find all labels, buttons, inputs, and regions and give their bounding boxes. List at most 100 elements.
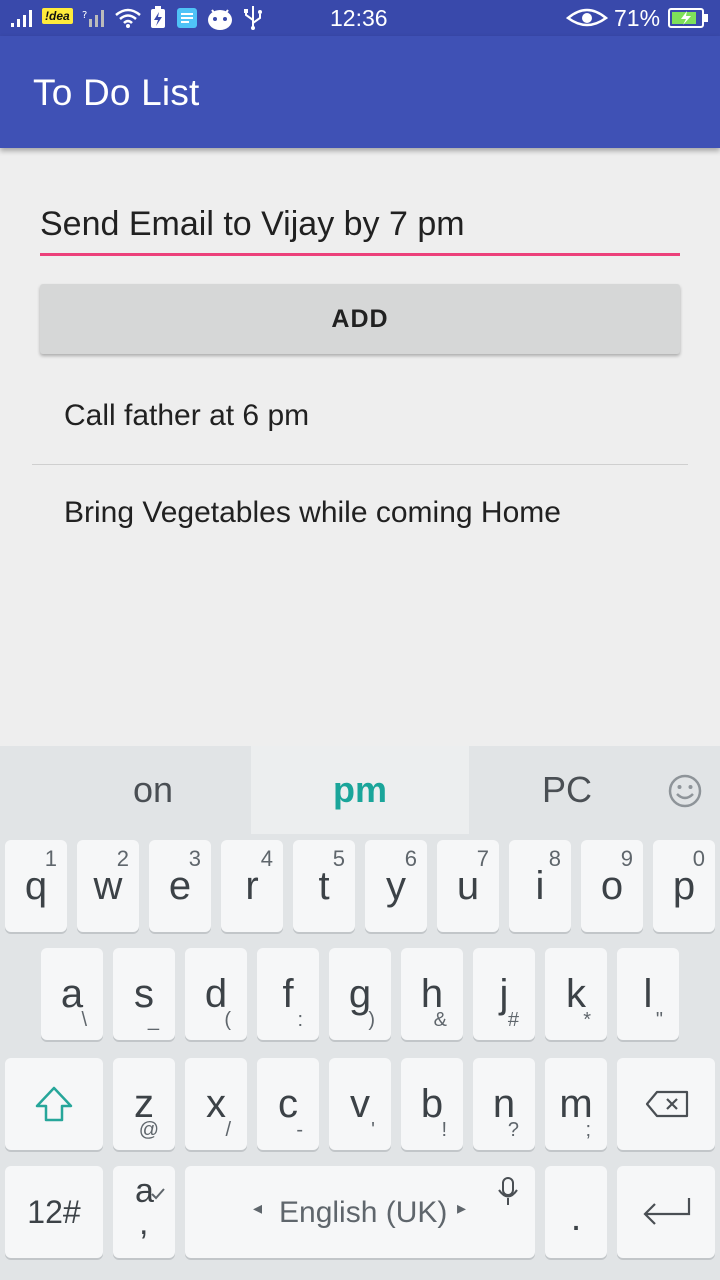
svg-text:?: ? <box>82 10 87 21</box>
language-key[interactable]: a , <box>113 1166 175 1258</box>
key-g[interactable]: g) <box>329 948 391 1040</box>
key-letter: n <box>492 1082 516 1126</box>
key-alt-char: 3 <box>188 846 201 871</box>
key-letter: q <box>24 864 48 908</box>
backspace-key[interactable] <box>617 1058 715 1150</box>
todo-item[interactable]: Bring Vegetables while coming Home <box>32 464 688 560</box>
add-button[interactable]: ADD <box>40 284 680 354</box>
key-alt-char: 7 <box>476 846 489 871</box>
key-alt-char: 2 <box>116 846 129 871</box>
key-w[interactable]: w2 <box>77 840 139 932</box>
key-e[interactable]: e3 <box>149 840 211 932</box>
key-v[interactable]: v ' <box>329 1058 391 1150</box>
suggestion-pm[interactable]: pm <box>251 746 469 834</box>
key-letter: y <box>386 864 406 908</box>
emoji-icon[interactable] <box>668 774 702 808</box>
key-alt-char: / <box>225 1119 231 1141</box>
key-l[interactable]: l " <box>617 948 679 1040</box>
key-c[interactable]: c- <box>257 1058 319 1150</box>
key-s[interactable]: s _ <box>113 948 175 1040</box>
key-t[interactable]: t5 <box>293 840 355 932</box>
key-alt-char: 6 <box>404 846 417 871</box>
period-key[interactable]: . <box>545 1166 607 1258</box>
key-r[interactable]: r4 <box>221 840 283 932</box>
key-o[interactable]: o9 <box>581 840 643 932</box>
soft-keyboard: on pm PC q1w2e3r4t5y6u7i8o9p0 a \ s _ d(f: g)… <box>0 746 720 1280</box>
key-alt-char: ' <box>371 1119 375 1141</box>
space-key-label: English (UK) <box>279 1196 448 1229</box>
key-letter: u <box>456 864 480 908</box>
key-alt-char: : <box>297 1009 303 1031</box>
battery-charging-icon <box>668 8 708 28</box>
key-a[interactable]: a \ <box>41 948 103 1040</box>
suggestion-on[interactable]: on <box>44 746 262 834</box>
period-key-label: . <box>570 1196 582 1239</box>
shift-key[interactable] <box>5 1058 103 1150</box>
key-u[interactable]: u7 <box>437 840 499 932</box>
key-letter: r <box>245 864 259 908</box>
key-alt-char: ; <box>585 1119 591 1141</box>
chevron-right-icon: ▸ <box>457 1198 467 1218</box>
key-letter: p <box>672 864 696 908</box>
key-y[interactable]: y6 <box>365 840 427 932</box>
key-p[interactable]: p0 <box>653 840 715 932</box>
key-b[interactable]: b! <box>401 1058 463 1150</box>
key-alt-char: 9 <box>620 846 633 871</box>
key-letter: c <box>278 1082 298 1126</box>
key-letter: w <box>93 864 123 908</box>
message-icon <box>177 8 197 28</box>
suggestion-pc[interactable]: PC <box>458 746 676 834</box>
key-alt-char: 0 <box>692 846 705 871</box>
enter-icon <box>643 1198 691 1225</box>
key-f[interactable]: f: <box>257 948 319 1040</box>
shift-icon <box>35 1086 73 1122</box>
key-k[interactable]: k * <box>545 948 607 1040</box>
wifi-icon <box>115 8 141 28</box>
key-letter: h <box>420 972 444 1016</box>
key-h[interactable]: h & <box>401 948 463 1040</box>
carrier-badge: !dea <box>42 8 73 24</box>
key-alt-char: 1 <box>44 846 57 871</box>
app-title: To Do List <box>33 72 200 113</box>
key-m[interactable]: m; <box>545 1058 607 1150</box>
todo-list: Call father at 6 pm Bring Vegetables whi… <box>32 368 688 560</box>
eye-icon <box>566 8 608 27</box>
key-letter: f <box>282 972 294 1016</box>
todo-item[interactable]: Call father at 6 pm <box>32 368 688 464</box>
key-q[interactable]: q1 <box>5 840 67 932</box>
key-letter: b <box>420 1082 444 1126</box>
symbols-key[interactable]: 12# <box>5 1166 103 1258</box>
key-letter: g <box>348 972 372 1016</box>
task-input[interactable] <box>40 196 680 256</box>
key-alt-char: ? <box>507 1119 519 1141</box>
key-letter: i <box>535 864 545 908</box>
key-z[interactable]: z @ <box>113 1058 175 1150</box>
key-alt-char: * <box>583 1009 591 1031</box>
key-letter: k <box>566 972 586 1016</box>
status-bar: !dea ? 12:36 71% <box>0 0 720 36</box>
microphone-icon[interactable] <box>497 1176 519 1208</box>
android-icon <box>208 9 232 30</box>
key-alt-char: ( <box>224 1009 231 1031</box>
key-alt-char: - <box>296 1119 303 1141</box>
key-letter: s <box>134 972 154 1016</box>
key-alt-char: ! <box>441 1119 447 1141</box>
key-alt-char: ) <box>368 1009 375 1031</box>
enter-key[interactable] <box>617 1166 715 1258</box>
space-key[interactable]: ◂ English (UK) ▸ <box>185 1166 535 1258</box>
key-alt-char: _ <box>147 1009 159 1031</box>
key-letter: d <box>204 972 228 1016</box>
key-n[interactable]: n? <box>473 1058 535 1150</box>
key-x[interactable]: x / <box>185 1058 247 1150</box>
key-i[interactable]: i8 <box>509 840 571 932</box>
key-alt-char: 4 <box>260 846 273 871</box>
key-j[interactable]: j # <box>473 948 535 1040</box>
symbols-key-label: 12# <box>27 1193 81 1230</box>
key-alt-char: 8 <box>548 846 561 871</box>
key-letter: t <box>318 864 330 908</box>
key-d[interactable]: d( <box>185 948 247 1040</box>
usb-icon <box>244 6 262 30</box>
key-letter: x <box>206 1082 226 1126</box>
key-letter: a <box>60 972 84 1016</box>
language-key-alt: , <box>139 1204 149 1242</box>
